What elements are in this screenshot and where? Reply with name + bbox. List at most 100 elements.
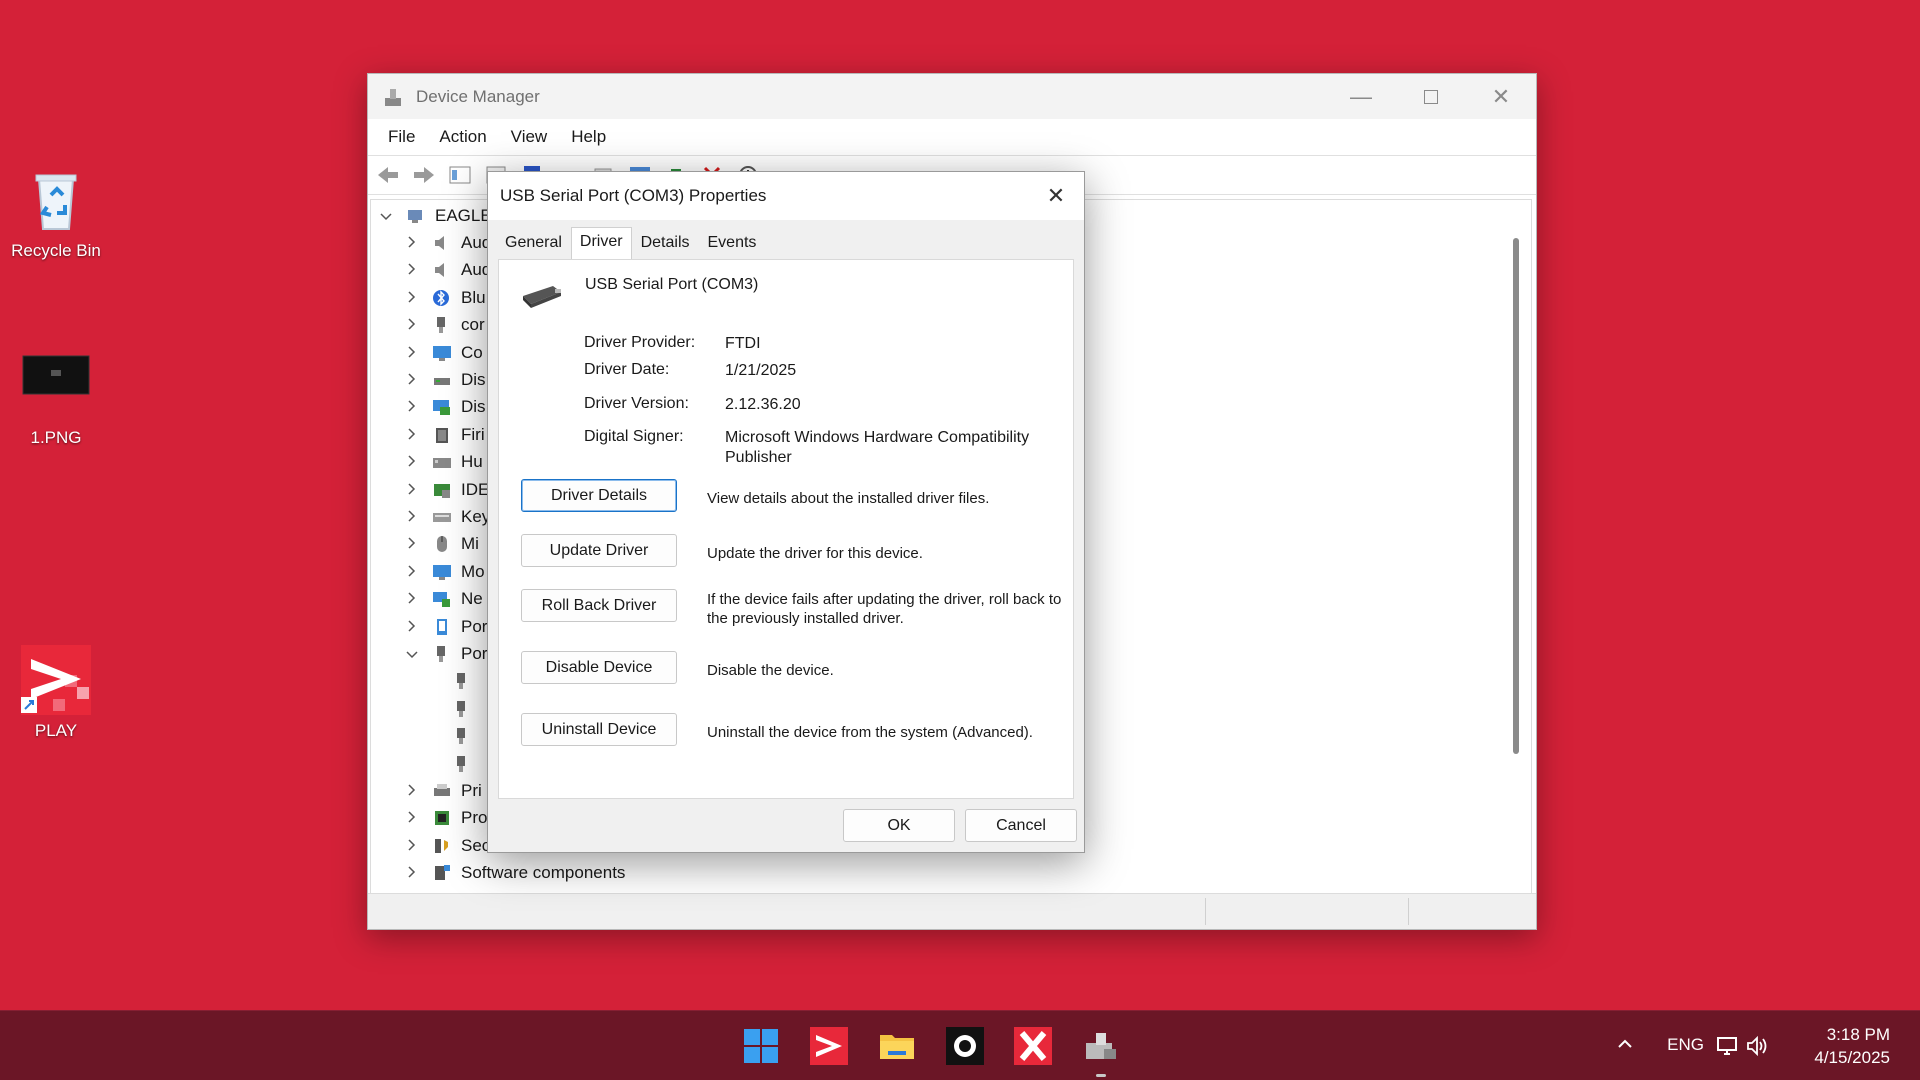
menu-view[interactable]: View bbox=[499, 127, 560, 147]
tree-item[interactable]: Pro bbox=[401, 805, 487, 832]
tree-item[interactable]: EAGLE( bbox=[375, 202, 497, 229]
menu-help[interactable]: Help bbox=[559, 127, 618, 147]
menu-bar: File Action View Help bbox=[368, 119, 1536, 155]
tab-details[interactable]: Details bbox=[632, 228, 699, 258]
chevron-right-icon[interactable] bbox=[401, 372, 423, 388]
tree-item[interactable]: IDE bbox=[401, 476, 489, 503]
chevron-right-icon[interactable] bbox=[401, 783, 423, 799]
tree-item[interactable]: Co bbox=[401, 339, 483, 366]
cancel-button[interactable]: Cancel bbox=[965, 809, 1077, 842]
tab-driver[interactable]: Driver bbox=[570, 227, 632, 260]
play-desktop-shortcut[interactable]: PLAY bbox=[0, 645, 112, 741]
back-button[interactable] bbox=[374, 161, 402, 189]
tree-child-port-item[interactable] bbox=[443, 668, 481, 695]
tree-item[interactable]: Mo bbox=[401, 558, 485, 585]
chevron-right-icon[interactable] bbox=[401, 865, 423, 881]
taskbar-obs-app[interactable] bbox=[946, 1027, 984, 1065]
maximize-button[interactable] bbox=[1396, 74, 1466, 119]
taskbar-xsplit-app[interactable] bbox=[1014, 1027, 1052, 1065]
taskbar-file-explorer[interactable] bbox=[878, 1027, 916, 1065]
chevron-right-icon[interactable] bbox=[401, 427, 423, 443]
close-button[interactable]: ✕ bbox=[1466, 74, 1536, 119]
forward-button[interactable] bbox=[410, 161, 438, 189]
tree-item[interactable]: Dis bbox=[401, 366, 486, 393]
show-hidden-icons-button[interactable] bbox=[1616, 1035, 1634, 1059]
driver-version-value: 2.12.36.20 bbox=[725, 396, 801, 413]
chevron-right-icon[interactable] bbox=[401, 564, 423, 580]
chevron-right-icon[interactable] bbox=[401, 317, 423, 333]
menu-file[interactable]: File bbox=[376, 127, 427, 147]
tree-scrollbar[interactable] bbox=[1513, 238, 1519, 754]
tree-item[interactable]: Por bbox=[401, 640, 487, 667]
chevron-right-icon[interactable] bbox=[401, 290, 423, 306]
tab-general[interactable]: General bbox=[496, 228, 571, 258]
portable-device-icon bbox=[431, 617, 453, 637]
ok-button[interactable]: OK bbox=[843, 809, 955, 842]
recycle-bin-desktop-icon[interactable]: Recycle Bin bbox=[0, 165, 112, 261]
network-icon bbox=[431, 589, 453, 609]
chevron-right-icon[interactable] bbox=[401, 619, 423, 635]
network-tray-button[interactable] bbox=[1716, 1035, 1740, 1063]
tree-item[interactable]: Aud bbox=[401, 257, 491, 284]
clock-time: 3:18 PM bbox=[1826, 1025, 1890, 1044]
tree-item[interactable]: Por bbox=[401, 613, 487, 640]
menu-action[interactable]: Action bbox=[427, 127, 498, 147]
input-language-indicator[interactable]: ENG bbox=[1667, 1035, 1704, 1055]
chevron-right-icon[interactable] bbox=[401, 838, 423, 854]
chevron-right-icon[interactable] bbox=[401, 235, 423, 251]
minimize-button[interactable]: — bbox=[1326, 74, 1396, 119]
tree-item[interactable]: Firi bbox=[401, 421, 485, 448]
tree-child-port-item[interactable] bbox=[443, 750, 481, 777]
roll-back-driver-button[interactable]: Roll Back Driver bbox=[521, 589, 677, 622]
tree-child-port-item[interactable] bbox=[443, 695, 481, 722]
show-hide-console-tree-button[interactable] bbox=[446, 161, 474, 189]
tree-item[interactable]: Hu bbox=[401, 449, 483, 476]
chevron-right-icon[interactable] bbox=[401, 591, 423, 607]
tree-item[interactable]: Key bbox=[401, 503, 490, 530]
properties-title: USB Serial Port (COM3) Properties bbox=[500, 186, 767, 205]
chevron-right-icon[interactable] bbox=[401, 454, 423, 470]
tree-item[interactable]: Pri bbox=[401, 777, 482, 804]
keyboard-icon bbox=[431, 507, 453, 527]
chevron-down-icon[interactable] bbox=[375, 208, 397, 224]
uninstall-device-button[interactable]: Uninstall Device bbox=[521, 713, 677, 746]
properties-titlebar[interactable]: USB Serial Port (COM3) Properties ✕ bbox=[488, 172, 1084, 220]
tree-item[interactable]: Software components bbox=[401, 860, 625, 887]
driver-version-label: Driver Version: bbox=[584, 395, 689, 412]
chevron-down-icon[interactable] bbox=[401, 646, 423, 662]
chevron-right-icon[interactable] bbox=[401, 262, 423, 278]
device-manager-titlebar[interactable]: Device Manager — ✕ bbox=[368, 74, 1536, 119]
start-button[interactable] bbox=[742, 1027, 780, 1065]
driver-details-button[interactable]: Driver Details bbox=[521, 479, 677, 512]
chevron-right-icon[interactable] bbox=[401, 482, 423, 498]
tree-item[interactable]: Sec bbox=[401, 832, 490, 859]
volume-tray-button[interactable] bbox=[1746, 1035, 1770, 1063]
taskbar-play-app[interactable] bbox=[810, 1027, 848, 1065]
tree-item[interactable]: Mi bbox=[401, 531, 479, 558]
active-app-indicator bbox=[1096, 1074, 1106, 1077]
update-driver-button[interactable]: Update Driver bbox=[521, 534, 677, 567]
clock[interactable]: 3:18 PM 4/15/2025 bbox=[1814, 1023, 1890, 1069]
chevron-right-icon[interactable] bbox=[401, 399, 423, 415]
properties-close-button[interactable]: ✕ bbox=[1028, 172, 1084, 220]
tree-item[interactable]: Dis bbox=[401, 394, 486, 421]
tree-item[interactable]: Blu bbox=[401, 284, 486, 311]
maximize-icon bbox=[1424, 89, 1438, 104]
taskbar-device-manager[interactable] bbox=[1082, 1027, 1120, 1077]
tree-item-label: IDE bbox=[461, 479, 490, 499]
png-file-desktop-icon[interactable]: 1.PNG bbox=[0, 352, 112, 448]
tab-events[interactable]: Events bbox=[699, 228, 766, 258]
disable-device-button[interactable]: Disable Device bbox=[521, 651, 677, 684]
tree-child-port-item[interactable] bbox=[443, 723, 481, 750]
folder-icon bbox=[880, 1035, 914, 1059]
tree-item[interactable]: cor bbox=[401, 312, 485, 339]
tree-item-label: Pro bbox=[461, 808, 488, 828]
chevron-right-icon[interactable] bbox=[401, 536, 423, 552]
tree-item-label: Mi bbox=[461, 534, 479, 554]
chevron-right-icon[interactable] bbox=[401, 810, 423, 826]
chevron-right-icon[interactable] bbox=[401, 509, 423, 525]
chevron-right-icon[interactable] bbox=[401, 345, 423, 361]
tree-item[interactable]: Ne bbox=[401, 586, 483, 613]
tree-item[interactable]: Aud bbox=[401, 229, 491, 256]
image-thumbnail-icon bbox=[21, 352, 91, 422]
